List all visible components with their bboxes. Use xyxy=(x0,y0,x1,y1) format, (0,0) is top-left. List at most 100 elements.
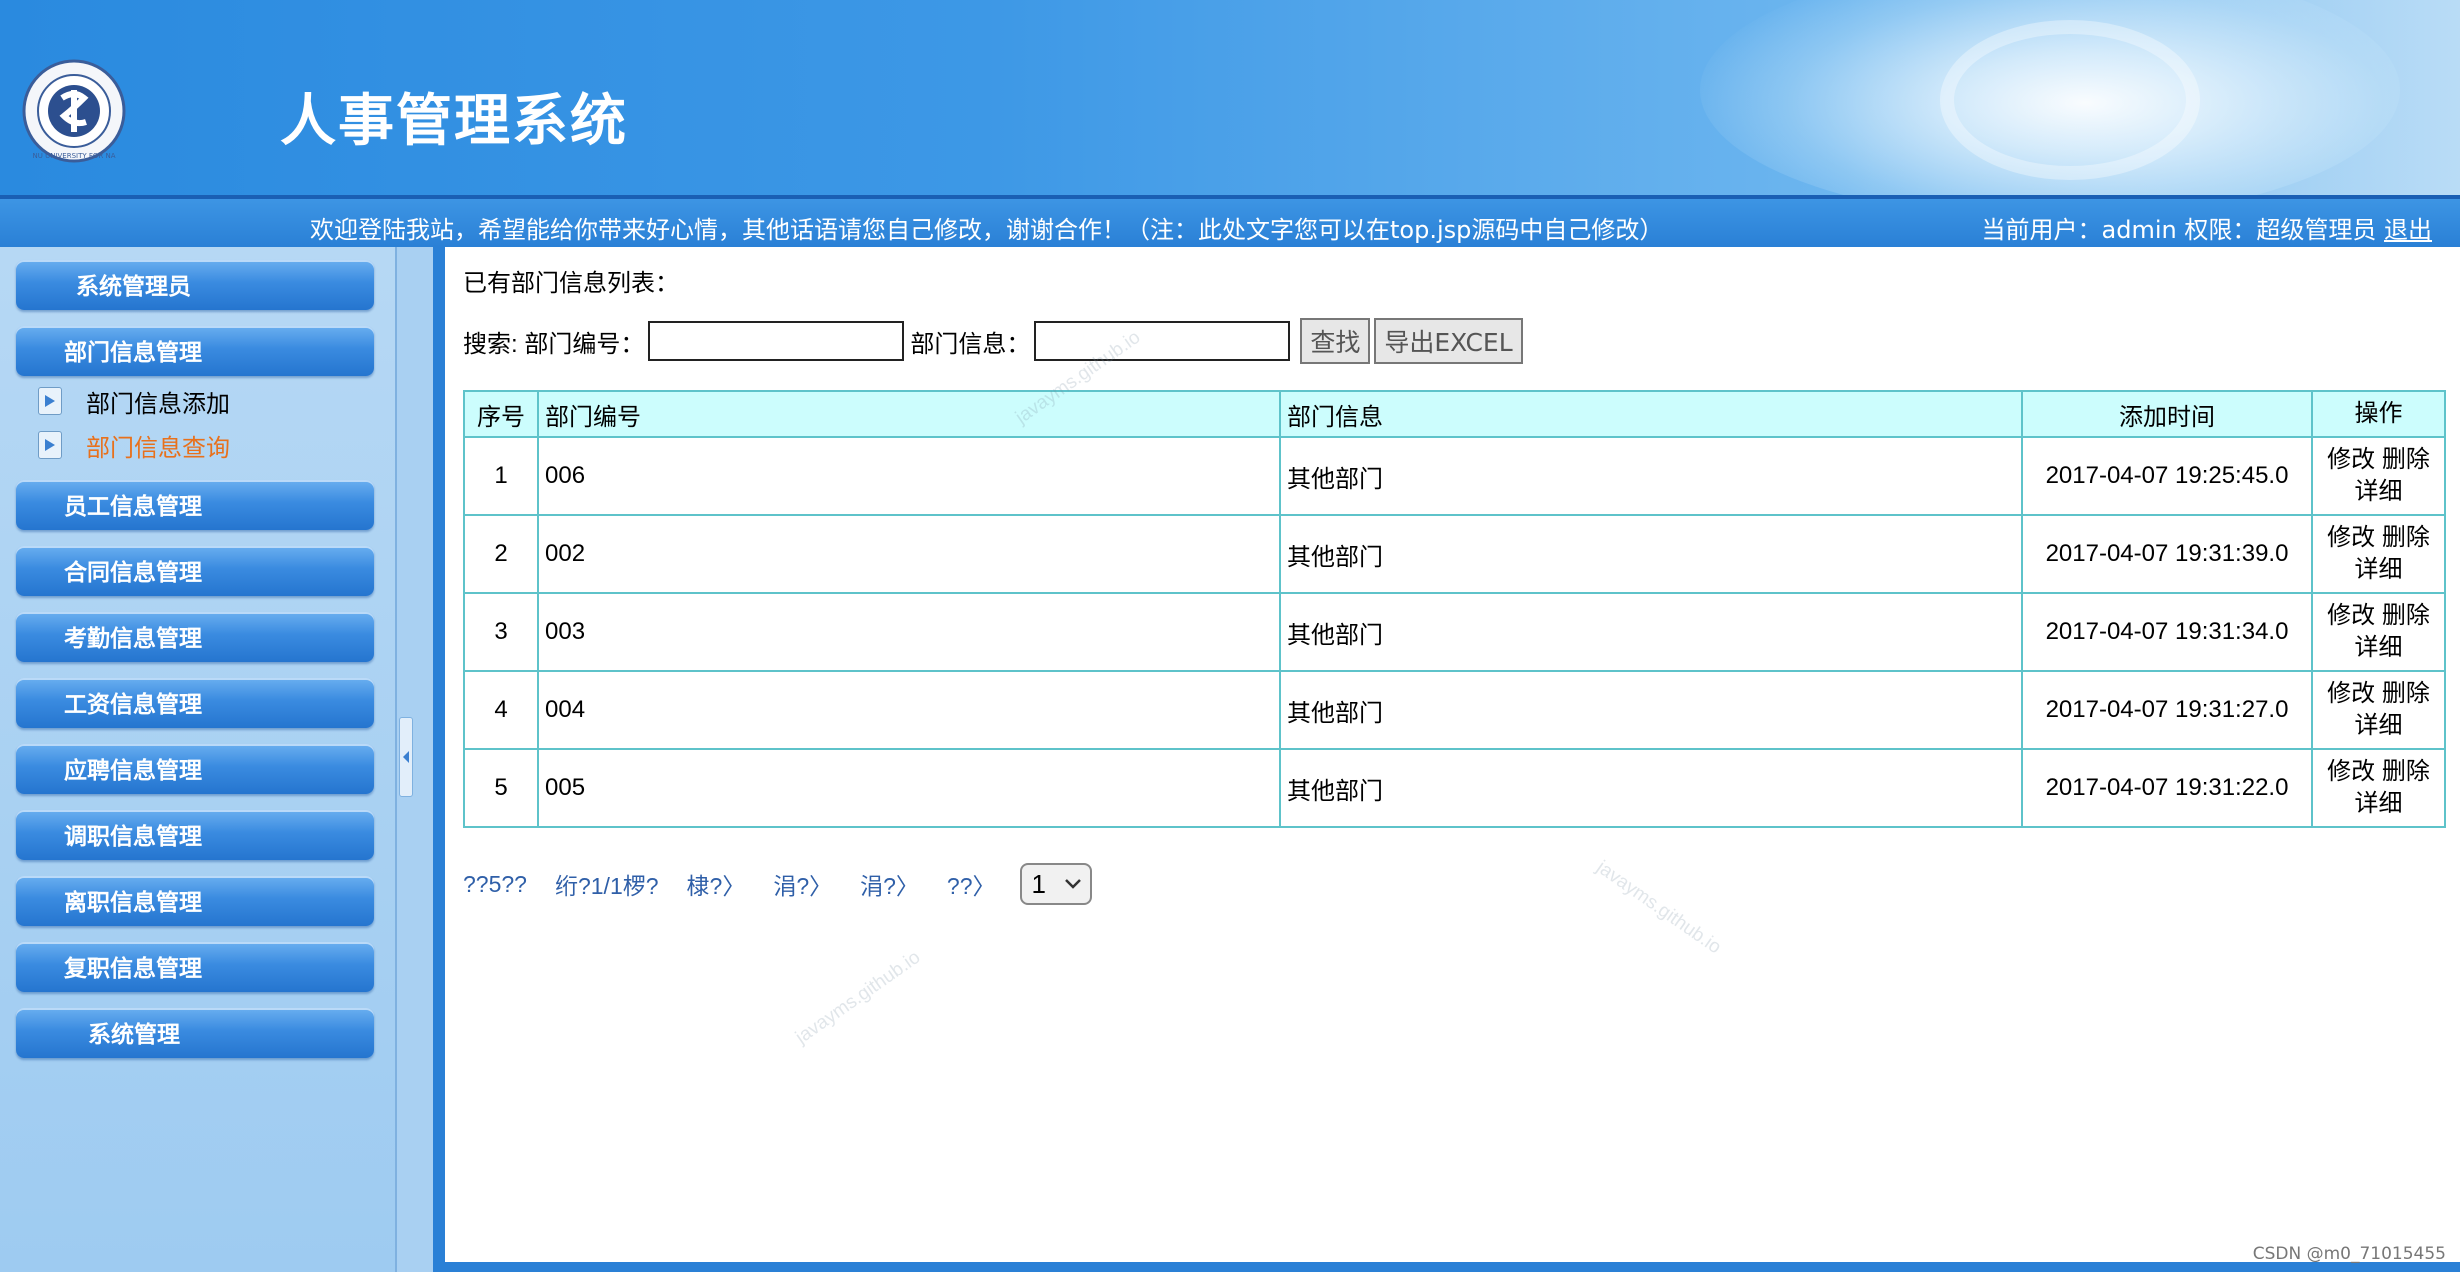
system-title: 人事管理系统 xyxy=(280,89,628,154)
pagination: ??5?? 绗?1/1椤? 棣?〉 涓?〉 涓?〉 ??〉 1 xyxy=(463,862,1092,906)
submenu-department-query[interactable]: 部门信息查询 xyxy=(38,427,230,463)
department-info: 其他部门 xyxy=(1279,670,2023,750)
university-logo: NU UNIVERSITY FOR NA xyxy=(22,59,126,163)
csdn-watermark: CSDN @m0_71015455 xyxy=(2252,1244,2446,1264)
department-info: 其他部门 xyxy=(1279,748,2023,828)
menu-label: 工资信息管理 xyxy=(64,692,202,718)
detail-link[interactable]: 详细 xyxy=(2355,556,2403,583)
chevron-left-icon xyxy=(403,751,409,763)
menu-label: 考勤信息管理 xyxy=(64,626,202,652)
sidebar-splitter xyxy=(395,247,445,1272)
row-index: 3 xyxy=(463,592,539,672)
menu-salary-management[interactable]: 工资信息管理 xyxy=(16,678,374,728)
menu-label: 复职信息管理 xyxy=(64,956,202,982)
detail-link[interactable]: 详细 xyxy=(2355,712,2403,739)
added-time: 2017-04-07 19:31:27.0 xyxy=(2021,670,2313,750)
search-form: 搜索: 部门编号： 部门信息： 查找 导出EXCEL xyxy=(463,318,1523,364)
menu-label: 应聘信息管理 xyxy=(64,758,202,784)
last-page-link[interactable]: ??〉 xyxy=(947,867,996,901)
department-info: 其他部门 xyxy=(1279,592,2023,672)
menu-label: 合同信息管理 xyxy=(64,560,202,586)
sidebar: 系统管理员 部门信息管理 部门信息添加 部门信息查询 员工信息管理 合同信息管理… xyxy=(0,247,395,1272)
edit-link[interactable]: 修改 xyxy=(2327,524,2375,551)
department-table: 序号 部门编号 部门信息 添加时间 操作 1 006 其他部门 2017-04-… xyxy=(463,390,2446,828)
table-row: 3 003 其他部门 2017-04-07 19:31:34.0 修改 删除 详… xyxy=(463,592,2446,672)
row-actions: 修改 删除 详细 xyxy=(2311,748,2446,828)
menu-system-admin[interactable]: 系统管理员 xyxy=(16,260,374,310)
menu-system-management[interactable]: 系统管理 xyxy=(16,1008,374,1058)
column-header: 部门编号 xyxy=(537,390,1281,438)
next-page-link[interactable]: 涓?〉 xyxy=(860,867,919,901)
arrow-right-icon xyxy=(38,387,62,415)
column-header: 序号 xyxy=(463,390,539,438)
menu-contract-management[interactable]: 合同信息管理 xyxy=(16,546,374,596)
submenu-department-add[interactable]: 部门信息添加 xyxy=(38,383,230,419)
row-index: 5 xyxy=(463,748,539,828)
page-select[interactable]: 1 xyxy=(1019,863,1092,905)
banner-ring-decoration xyxy=(1940,20,2200,180)
table-row: 5 005 其他部门 2017-04-07 19:31:22.0 修改 删除 详… xyxy=(463,748,2446,828)
column-header: 部门信息 xyxy=(1279,390,2023,438)
welcome-message: 欢迎登陆我站，希望能给你带来好心情，其他话语请您自己修改，谢谢合作！（注：此处文… xyxy=(310,216,1664,244)
added-time: 2017-04-07 19:31:39.0 xyxy=(2021,514,2313,594)
prev-page-link[interactable]: 涓?〉 xyxy=(773,867,832,901)
menu-reinstatement-management[interactable]: 复职信息管理 xyxy=(16,942,374,992)
delete-link[interactable]: 删除 xyxy=(2382,680,2430,707)
added-time: 2017-04-07 19:31:22.0 xyxy=(2021,748,2313,828)
bottom-divider xyxy=(445,1262,2460,1272)
row-index: 1 xyxy=(463,436,539,516)
edit-link[interactable]: 修改 xyxy=(2327,446,2375,473)
department-code-input[interactable] xyxy=(648,321,905,361)
delete-link[interactable]: 删除 xyxy=(2382,524,2430,551)
page-info: 绗?1/1椤? xyxy=(554,873,659,899)
chevron-down-icon xyxy=(1064,879,1081,889)
added-time: 2017-04-07 19:31:34.0 xyxy=(2021,592,2313,672)
export-excel-button[interactable]: 导出EXCEL xyxy=(1374,318,1523,364)
total-count: ??5?? xyxy=(463,870,527,897)
row-actions: 修改 删除 详细 xyxy=(2311,436,2446,516)
department-info: 其他部门 xyxy=(1279,436,2023,516)
menu-label: 部门信息管理 xyxy=(64,340,202,366)
table-row: 4 004 其他部门 2017-04-07 19:31:27.0 修改 删除 详… xyxy=(463,670,2446,750)
main-content: 已有部门信息列表： 搜索: 部门编号： 部门信息： 查找 导出EXCEL 序号 … xyxy=(445,247,2460,1262)
edit-link[interactable]: 修改 xyxy=(2327,680,2375,707)
search-code-label: 搜索: 部门编号： xyxy=(463,330,645,358)
row-actions: 修改 删除 详细 xyxy=(2311,670,2446,750)
watermark: javayms.github.io xyxy=(791,946,925,1049)
detail-link[interactable]: 详细 xyxy=(2355,478,2403,505)
column-header: 操作 xyxy=(2311,390,2446,438)
menu-attendance-management[interactable]: 考勤信息管理 xyxy=(16,612,374,662)
table-row: 2 002 其他部门 2017-04-07 19:31:39.0 修改 删除 详… xyxy=(463,514,2446,594)
department-code: 004 xyxy=(537,670,1281,750)
detail-link[interactable]: 详细 xyxy=(2355,790,2403,817)
menu-transfer-management[interactable]: 调职信息管理 xyxy=(16,810,374,860)
menu-resignation-management[interactable]: 离职信息管理 xyxy=(16,876,374,926)
row-index: 4 xyxy=(463,670,539,750)
delete-link[interactable]: 删除 xyxy=(2382,758,2430,785)
edit-link[interactable]: 修改 xyxy=(2327,602,2375,629)
menu-label: 调职信息管理 xyxy=(64,824,202,850)
department-info: 其他部门 xyxy=(1279,514,2023,594)
arrow-right-icon xyxy=(38,431,62,459)
submenu-label: 部门信息添加 xyxy=(86,389,230,418)
first-page-link[interactable]: 棣?〉 xyxy=(687,867,746,901)
menu-recruitment-management[interactable]: 应聘信息管理 xyxy=(16,744,374,794)
delete-link[interactable]: 删除 xyxy=(2382,446,2430,473)
header-banner: NU UNIVERSITY FOR NA 人事管理系统 xyxy=(0,0,2460,197)
logout-link[interactable]: 退出 xyxy=(2384,216,2432,244)
splitter-bar xyxy=(433,247,445,1272)
menu-employee-management[interactable]: 员工信息管理 xyxy=(16,480,374,530)
table-header-row: 序号 部门编号 部门信息 添加时间 操作 xyxy=(463,390,2446,438)
delete-link[interactable]: 删除 xyxy=(2382,602,2430,629)
department-code: 003 xyxy=(537,592,1281,672)
list-title: 已有部门信息列表： xyxy=(463,270,679,297)
collapse-sidebar-handle[interactable] xyxy=(399,717,413,797)
menu-department-management[interactable]: 部门信息管理 xyxy=(16,326,374,376)
detail-link[interactable]: 详细 xyxy=(2355,634,2403,661)
department-code: 005 xyxy=(537,748,1281,828)
find-button[interactable]: 查找 xyxy=(1300,318,1371,364)
department-info-input[interactable] xyxy=(1034,321,1291,361)
logo-text: NU UNIVERSITY FOR NA xyxy=(32,152,115,160)
edit-link[interactable]: 修改 xyxy=(2327,758,2375,785)
department-code: 002 xyxy=(537,514,1281,594)
